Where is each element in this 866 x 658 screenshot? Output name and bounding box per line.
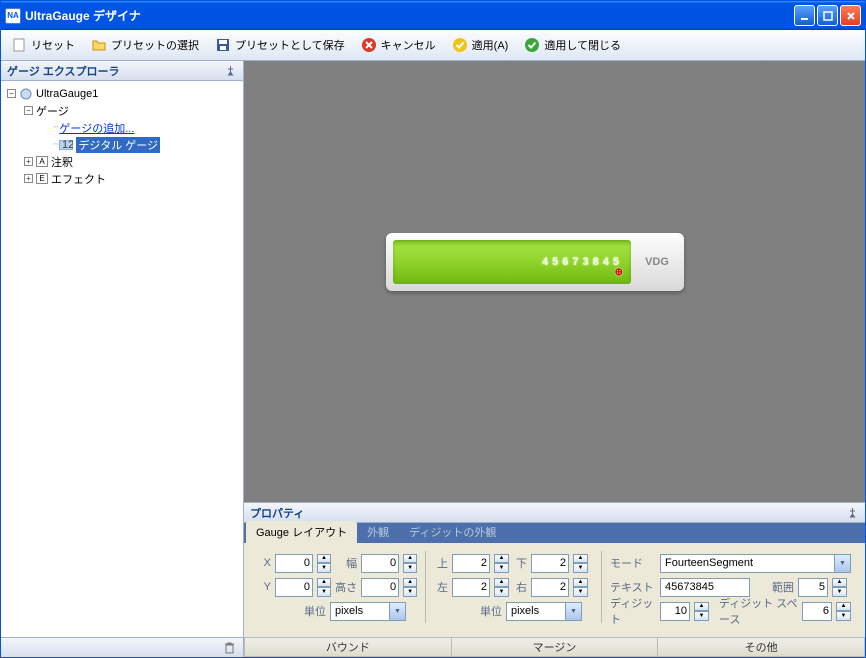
- close-button[interactable]: [840, 5, 861, 26]
- pin-icon[interactable]: [847, 507, 859, 519]
- margin-top-input[interactable]: [452, 554, 490, 573]
- chevron-down-icon: ▼: [834, 555, 850, 572]
- cancel-icon: [361, 37, 377, 53]
- expander-icon[interactable]: −: [7, 89, 16, 98]
- width-input[interactable]: [361, 554, 399, 573]
- bounds-group: X ▲▼ 幅 ▲▼ Y ▲▼ 高さ: [250, 551, 426, 623]
- tab-digit-appearance[interactable]: ディジットの外観: [399, 521, 506, 543]
- app-icon: NA: [5, 8, 21, 24]
- apply-close-icon: [524, 37, 540, 53]
- margin-bottom-input[interactable]: [531, 554, 569, 573]
- properties-panel: プロパティ Gauge レイアウト 外観 ディジットの外観 X ▲▼: [244, 502, 865, 657]
- tab-gauge-layout[interactable]: Gauge レイアウト: [246, 521, 357, 543]
- window-title: UltraGauge デザイナ: [25, 7, 794, 24]
- app-window: NA UltraGauge デザイナ リセット プリセットの選択 プリセットとし…: [0, 0, 866, 658]
- explorer-header: ゲージ エクスプローラ: [1, 61, 243, 81]
- titlebar[interactable]: NA UltraGauge デザイナ: [1, 1, 865, 30]
- section-bounds[interactable]: バウンド: [244, 638, 452, 657]
- margin-left-spinner[interactable]: ▲▼: [494, 578, 509, 597]
- y-spinner[interactable]: ▲▼: [317, 578, 331, 597]
- property-tabs: Gauge レイアウト 外観 ディジットの外観: [244, 523, 865, 543]
- expander-icon[interactable]: +: [24, 174, 33, 183]
- digit-input[interactable]: [660, 602, 690, 621]
- margin-right-spinner[interactable]: ▲▼: [573, 578, 588, 597]
- chevron-down-icon: ▼: [389, 603, 405, 620]
- design-canvas[interactable]: 45673845 ⊕ VDG: [244, 61, 865, 502]
- digital-gauge-preview[interactable]: 45673845 ⊕ VDG: [386, 233, 684, 291]
- expander-icon[interactable]: +: [24, 157, 33, 166]
- tree-gauges[interactable]: − ゲージ: [3, 102, 241, 119]
- chevron-down-icon: ▼: [565, 603, 581, 620]
- explorer-tree[interactable]: − UltraGauge1 − ゲージ ┄ ゲージの追加... ┄ 123: [1, 81, 243, 637]
- annotation-icon: A: [36, 156, 48, 167]
- margin-bottom-spinner[interactable]: ▲▼: [573, 554, 588, 573]
- maximize-button[interactable]: [817, 5, 838, 26]
- margin-left-input[interactable]: [452, 578, 490, 597]
- misc-group: モード FourteenSegment▼ テキスト 範囲 ▲▼ ディジット: [602, 551, 859, 623]
- range-spinner[interactable]: ▲▼: [832, 578, 847, 597]
- tree-effects[interactable]: + E エフェクト: [3, 170, 241, 187]
- digital-gauge-icon: 123: [59, 138, 73, 152]
- trash-icon[interactable]: [221, 640, 237, 656]
- apply-close-button[interactable]: 適用して閉じる: [518, 34, 627, 56]
- property-sections: バウンド マージン その他: [244, 637, 865, 657]
- digit-spinner[interactable]: ▲▼: [694, 602, 709, 621]
- x-input[interactable]: [275, 554, 313, 573]
- x-spinner[interactable]: ▲▼: [317, 554, 331, 573]
- reset-button[interactable]: リセット: [5, 34, 81, 56]
- tree-root[interactable]: − UltraGauge1: [3, 85, 241, 102]
- apply-icon: [452, 37, 468, 53]
- tree-add-gauge[interactable]: ┄ ゲージの追加...: [3, 119, 241, 136]
- height-input[interactable]: [361, 578, 399, 597]
- explorer-footer: [1, 637, 243, 657]
- expander-icon[interactable]: −: [24, 106, 33, 115]
- margin-top-spinner[interactable]: ▲▼: [494, 554, 509, 573]
- add-gauge-link[interactable]: ゲージの追加...: [59, 120, 134, 136]
- gauge-root-icon: [19, 87, 33, 101]
- height-spinner[interactable]: ▲▼: [403, 578, 417, 597]
- bounds-unit-select[interactable]: pixels▼: [330, 602, 406, 621]
- section-margin[interactable]: マージン: [452, 638, 659, 657]
- gauge-explorer-panel: ゲージ エクスプローラ − UltraGauge1 − ゲージ ┄ ゲージの追加…: [1, 61, 244, 657]
- digitspace-spinner[interactable]: ▲▼: [836, 602, 851, 621]
- gauge-badge: VDG: [637, 256, 677, 268]
- tab-appearance[interactable]: 外観: [357, 521, 399, 543]
- apply-button[interactable]: 適用(A): [446, 34, 515, 56]
- digitspace-input[interactable]: [802, 602, 832, 621]
- edit-cursor-icon: ⊕: [615, 267, 627, 278]
- range-input[interactable]: [798, 578, 828, 597]
- folder-open-icon: [91, 37, 107, 53]
- blank-page-icon: [11, 37, 27, 53]
- cancel-button[interactable]: キャンセル: [355, 34, 442, 56]
- margin-right-input[interactable]: [531, 578, 569, 597]
- y-input[interactable]: [275, 578, 313, 597]
- margin-group: 上 ▲▼ 下 ▲▼ 左 ▲▼ 右: [426, 551, 602, 623]
- toolbar: リセット プリセットの選択 プリセットとして保存 キャンセル 適用(A) 適用し…: [1, 30, 865, 61]
- gauge-lcd: 45673845 ⊕: [393, 240, 631, 284]
- width-spinner[interactable]: ▲▼: [403, 554, 417, 573]
- margin-unit-select[interactable]: pixels▼: [506, 602, 582, 621]
- effects-icon: E: [36, 173, 48, 184]
- tree-digital-gauge[interactable]: ┄ 123 デジタル ゲージ: [3, 136, 241, 153]
- save-preset-button[interactable]: プリセットとして保存: [209, 34, 351, 56]
- properties-header: プロパティ: [244, 503, 865, 523]
- select-preset-button[interactable]: プリセットの選択: [85, 34, 205, 56]
- design-area: 45673845 ⊕ VDG プロパティ Gauge レイアウト 外観 ディジッ…: [244, 61, 865, 657]
- save-icon: [215, 37, 231, 53]
- text-input[interactable]: [660, 578, 750, 597]
- tree-annotation[interactable]: + A 注釈: [3, 153, 241, 170]
- mode-select[interactable]: FourteenSegment▼: [660, 554, 851, 573]
- pin-icon[interactable]: [225, 65, 237, 77]
- svg-text:123: 123: [62, 140, 73, 150]
- minimize-button[interactable]: [794, 5, 815, 26]
- property-grid: X ▲▼ 幅 ▲▼ Y ▲▼ 高さ: [244, 543, 865, 637]
- section-misc[interactable]: その他: [658, 638, 865, 657]
